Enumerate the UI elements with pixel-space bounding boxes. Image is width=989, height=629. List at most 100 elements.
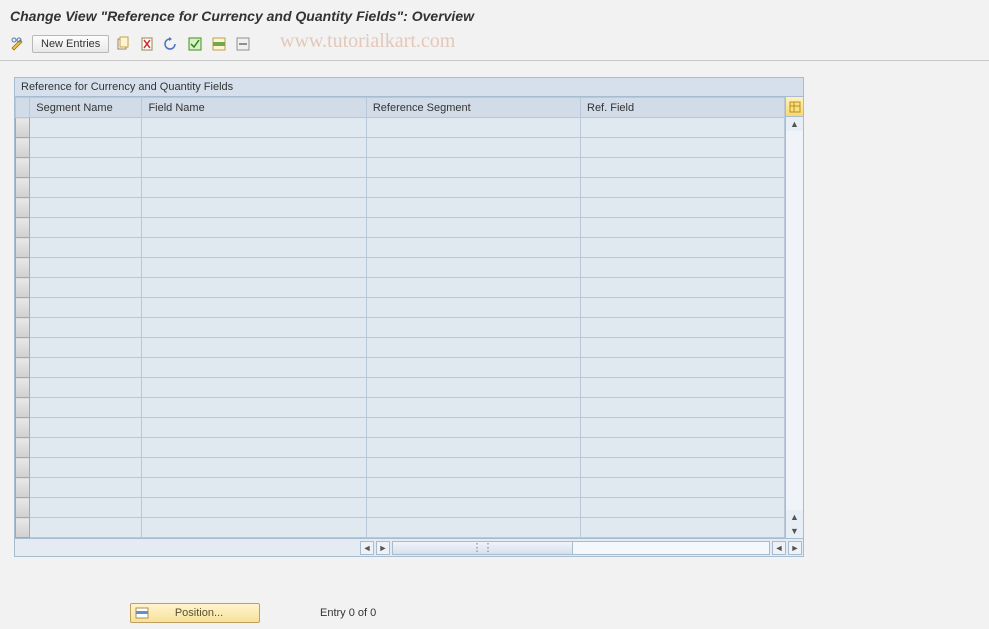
cell-field-name[interactable] bbox=[142, 338, 366, 358]
cell-segment-name[interactable] bbox=[30, 158, 142, 178]
cell-field-name[interactable] bbox=[142, 418, 366, 438]
col-reference-segment[interactable]: Reference Segment bbox=[366, 98, 580, 118]
cell-field-name[interactable] bbox=[142, 478, 366, 498]
select-all-button[interactable] bbox=[185, 34, 205, 54]
cell-segment-name[interactable] bbox=[30, 118, 142, 138]
row-selector[interactable] bbox=[16, 118, 30, 138]
scroll-left-button[interactable]: ◄ bbox=[360, 541, 374, 555]
cell-field-name[interactable] bbox=[142, 358, 366, 378]
row-selector[interactable] bbox=[16, 158, 30, 178]
col-segment-name[interactable]: Segment Name bbox=[30, 98, 142, 118]
row-selector[interactable] bbox=[16, 198, 30, 218]
cell-reference-segment[interactable] bbox=[366, 518, 580, 538]
cell-field-name[interactable] bbox=[142, 138, 366, 158]
cell-reference-segment[interactable] bbox=[366, 438, 580, 458]
cell-ref-field[interactable] bbox=[581, 258, 785, 278]
row-selector[interactable] bbox=[16, 358, 30, 378]
cell-ref-field[interactable] bbox=[581, 478, 785, 498]
scroll-left-end-button[interactable]: ◄ bbox=[772, 541, 786, 555]
row-selector[interactable] bbox=[16, 138, 30, 158]
cell-segment-name[interactable] bbox=[30, 458, 142, 478]
cell-ref-field[interactable] bbox=[581, 498, 785, 518]
cell-ref-field[interactable] bbox=[581, 158, 785, 178]
row-selector[interactable] bbox=[16, 378, 30, 398]
cell-reference-segment[interactable] bbox=[366, 458, 580, 478]
row-selector[interactable] bbox=[16, 278, 30, 298]
cell-reference-segment[interactable] bbox=[366, 218, 580, 238]
cell-ref-field[interactable] bbox=[581, 278, 785, 298]
table-row[interactable] bbox=[16, 198, 785, 218]
cell-field-name[interactable] bbox=[142, 398, 366, 418]
cell-segment-name[interactable] bbox=[30, 378, 142, 398]
table-row[interactable] bbox=[16, 238, 785, 258]
cell-reference-segment[interactable] bbox=[366, 478, 580, 498]
cell-reference-segment[interactable] bbox=[366, 258, 580, 278]
table-row[interactable] bbox=[16, 358, 785, 378]
cell-reference-segment[interactable] bbox=[366, 378, 580, 398]
cell-segment-name[interactable] bbox=[30, 298, 142, 318]
undo-change-button[interactable] bbox=[161, 34, 181, 54]
cell-field-name[interactable] bbox=[142, 258, 366, 278]
cell-reference-segment[interactable] bbox=[366, 338, 580, 358]
scroll-line-up-button[interactable]: ▲ bbox=[786, 510, 803, 524]
cell-segment-name[interactable] bbox=[30, 238, 142, 258]
cell-field-name[interactable] bbox=[142, 158, 366, 178]
table-row[interactable] bbox=[16, 338, 785, 358]
cell-segment-name[interactable] bbox=[30, 478, 142, 498]
cell-segment-name[interactable] bbox=[30, 358, 142, 378]
cell-ref-field[interactable] bbox=[581, 178, 785, 198]
cell-reference-segment[interactable] bbox=[366, 198, 580, 218]
row-selector[interactable] bbox=[16, 238, 30, 258]
cell-segment-name[interactable] bbox=[30, 518, 142, 538]
table-row[interactable] bbox=[16, 118, 785, 138]
cell-field-name[interactable] bbox=[142, 458, 366, 478]
scroll-right-button[interactable]: ► bbox=[788, 541, 802, 555]
row-selector[interactable] bbox=[16, 318, 30, 338]
row-selector[interactable] bbox=[16, 438, 30, 458]
table-row[interactable] bbox=[16, 418, 785, 438]
table-row[interactable] bbox=[16, 138, 785, 158]
table-row[interactable] bbox=[16, 318, 785, 338]
cell-ref-field[interactable] bbox=[581, 398, 785, 418]
table-row[interactable] bbox=[16, 158, 785, 178]
cell-reference-segment[interactable] bbox=[366, 138, 580, 158]
scroll-up-button[interactable]: ▲ bbox=[786, 117, 803, 131]
cell-field-name[interactable] bbox=[142, 278, 366, 298]
cell-field-name[interactable] bbox=[142, 218, 366, 238]
cell-field-name[interactable] bbox=[142, 318, 366, 338]
table-row[interactable] bbox=[16, 398, 785, 418]
cell-segment-name[interactable] bbox=[30, 178, 142, 198]
cell-segment-name[interactable] bbox=[30, 258, 142, 278]
row-selector[interactable] bbox=[16, 338, 30, 358]
cell-field-name[interactable] bbox=[142, 378, 366, 398]
table-row[interactable] bbox=[16, 258, 785, 278]
deselect-all-button[interactable] bbox=[233, 34, 253, 54]
table-row[interactable] bbox=[16, 298, 785, 318]
table-row[interactable] bbox=[16, 518, 785, 538]
cell-segment-name[interactable] bbox=[30, 338, 142, 358]
cell-ref-field[interactable] bbox=[581, 438, 785, 458]
table-row[interactable] bbox=[16, 438, 785, 458]
table-row[interactable] bbox=[16, 478, 785, 498]
hscroll-thumb[interactable]: ⋮⋮ bbox=[393, 542, 573, 554]
table-settings-button[interactable] bbox=[786, 97, 803, 117]
cell-reference-segment[interactable] bbox=[366, 238, 580, 258]
row-selector[interactable] bbox=[16, 298, 30, 318]
cell-reference-segment[interactable] bbox=[366, 358, 580, 378]
cell-field-name[interactable] bbox=[142, 238, 366, 258]
cell-reference-segment[interactable] bbox=[366, 418, 580, 438]
cell-ref-field[interactable] bbox=[581, 458, 785, 478]
table-row[interactable] bbox=[16, 178, 785, 198]
delete-button[interactable] bbox=[137, 34, 157, 54]
row-selector[interactable] bbox=[16, 258, 30, 278]
cell-segment-name[interactable] bbox=[30, 418, 142, 438]
cell-segment-name[interactable] bbox=[30, 438, 142, 458]
cell-field-name[interactable] bbox=[142, 178, 366, 198]
cell-ref-field[interactable] bbox=[581, 198, 785, 218]
cell-field-name[interactable] bbox=[142, 298, 366, 318]
col-ref-field[interactable]: Ref. Field bbox=[581, 98, 785, 118]
cell-field-name[interactable] bbox=[142, 498, 366, 518]
vscroll-track[interactable] bbox=[786, 131, 803, 510]
cell-reference-segment[interactable] bbox=[366, 118, 580, 138]
cell-ref-field[interactable] bbox=[581, 358, 785, 378]
